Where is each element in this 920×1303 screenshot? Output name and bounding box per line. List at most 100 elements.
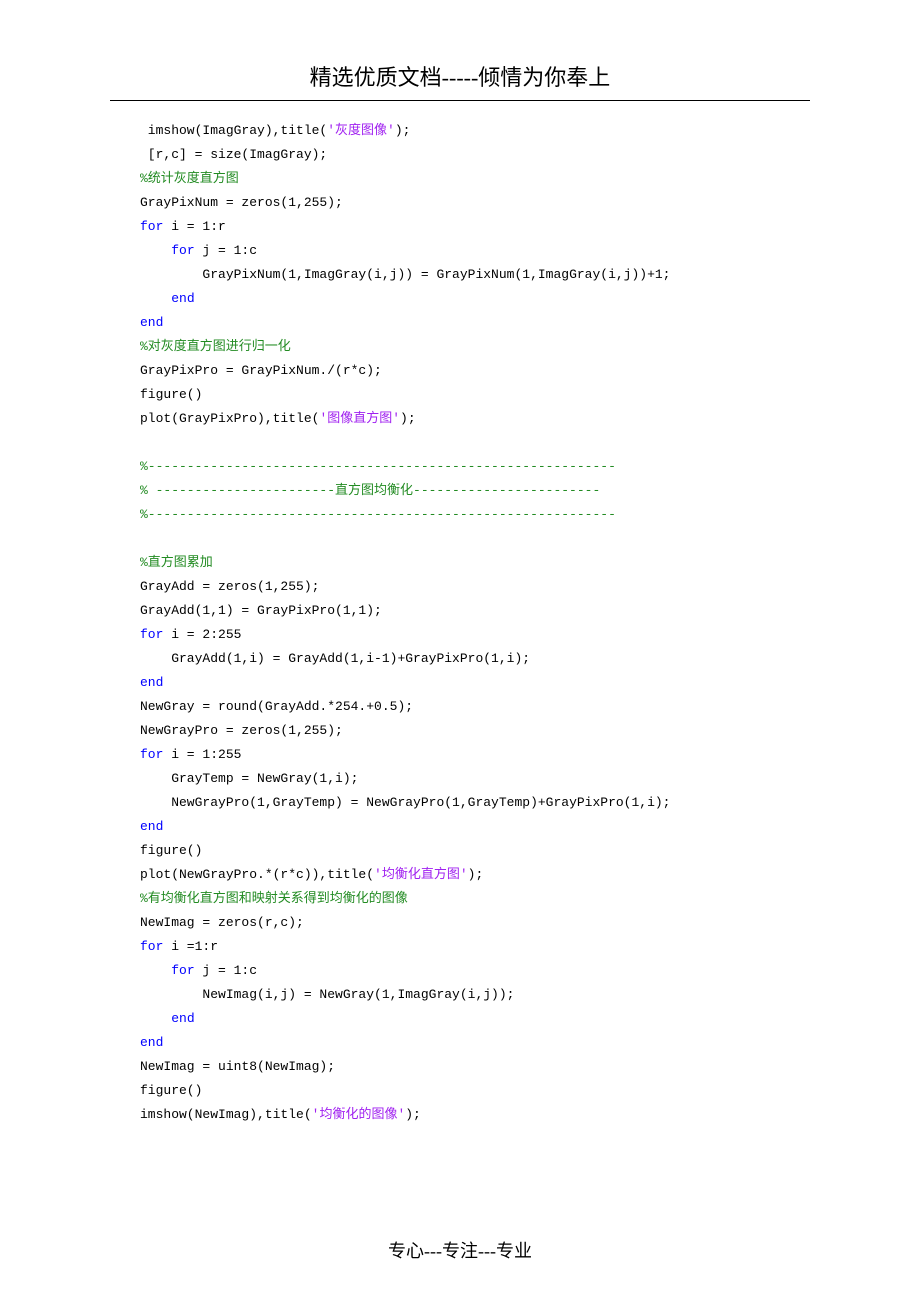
code-segment: for [171,243,194,258]
code-line: end [140,671,780,695]
code-segment: end [140,315,163,330]
code-line: [r,c] = size(ImagGray); [140,143,780,167]
code-line: GrayAdd(1,i) = GrayAdd(1,i-1)+GrayPixPro… [140,647,780,671]
code-line: %直方图累加 [140,551,780,575]
code-segment: figure() [140,387,202,402]
code-line: for i =1:r [140,935,780,959]
code-line: GrayTemp = NewGray(1,i); [140,767,780,791]
code-segment: ); [468,867,484,882]
code-line: end [140,311,780,335]
code-segment: GrayPixNum = zeros(1,255); [140,195,343,210]
code-segment: %直方图累加 [140,555,213,570]
code-segment: end [171,1011,194,1026]
code-segment: ); [395,123,411,138]
code-line: %---------------------------------------… [140,455,780,479]
code-line: GrayPixNum = zeros(1,255); [140,191,780,215]
code-line: for i = 1:r [140,215,780,239]
code-block: imshow(ImagGray),title('灰度图像'); [r,c] = … [140,119,780,1127]
code-segment [140,291,171,306]
code-line: %统计灰度直方图 [140,167,780,191]
code-segment: j = 1:c [195,243,257,258]
code-line: NewGray = round(GrayAdd.*254.+0.5); [140,695,780,719]
code-line: end [140,1031,780,1055]
page-footer: 专心---专注---专业 [0,1237,920,1263]
code-line: figure() [140,839,780,863]
code-segment: GrayAdd(1,1) = GrayPixPro(1,1); [140,603,382,618]
code-line: %---------------------------------------… [140,503,780,527]
code-line: for i = 1:255 [140,743,780,767]
code-segment: GrayAdd(1,i) = GrayAdd(1,i-1)+GrayPixPro… [140,651,530,666]
code-segment: [r,c] = size(ImagGray); [140,147,327,162]
code-segment: j = 1:c [195,963,257,978]
code-line: GrayAdd(1,1) = GrayPixPro(1,1); [140,599,780,623]
code-segment [140,1011,171,1026]
code-line: GrayPixPro = GrayPixNum./(r*c); [140,359,780,383]
code-segment: GrayPixPro = GrayPixNum./(r*c); [140,363,382,378]
code-segment: %---------------------------------------… [140,507,616,522]
code-segment: plot(GrayPixPro),title( [140,411,319,426]
code-line: end [140,287,780,311]
code-segment: NewGrayPro = zeros(1,255); [140,723,343,738]
code-segment: % -----------------------直方图均衡化---------… [140,483,600,498]
code-segment: figure() [140,1083,202,1098]
code-segment [140,435,148,450]
code-segment: GrayAdd = zeros(1,255); [140,579,319,594]
code-segment [140,963,171,978]
code-segment: i =1:r [163,939,218,954]
code-line: end [140,1007,780,1031]
code-segment: figure() [140,843,202,858]
code-segment: for [140,939,163,954]
code-segment: NewImag = zeros(r,c); [140,915,304,930]
code-segment [140,243,171,258]
code-segment: plot(NewGrayPro.*(r*c)),title( [140,867,374,882]
code-line: end [140,815,780,839]
code-segment: GrayTemp = NewGray(1,i); [140,771,358,786]
code-segment: i = 2:255 [163,627,241,642]
code-segment: imshow(NewImag),title( [140,1107,312,1122]
code-segment: for [140,219,163,234]
code-segment: '灰度图像' [327,123,395,138]
code-line: % -----------------------直方图均衡化---------… [140,479,780,503]
code-line: figure() [140,383,780,407]
code-segment: NewGrayPro(1,GrayTemp) = NewGrayPro(1,Gr… [140,795,671,810]
code-segment [140,531,148,546]
code-segment: NewGray = round(GrayAdd.*254.+0.5); [140,699,413,714]
code-line: plot(NewGrayPro.*(r*c)),title('均衡化直方图'); [140,863,780,887]
code-segment: end [171,291,194,306]
code-segment: for [140,747,163,762]
code-line: %有均衡化直方图和映射关系得到均衡化的图像 [140,887,780,911]
code-segment: NewImag = uint8(NewImag); [140,1059,335,1074]
code-segment: %有均衡化直方图和映射关系得到均衡化的图像 [140,891,408,906]
code-segment: %对灰度直方图进行归一化 [140,339,291,354]
code-line: figure() [140,1079,780,1103]
code-segment: '均衡化的图像' [312,1107,406,1122]
code-segment: NewImag(i,j) = NewGray(1,ImagGray(i,j)); [140,987,514,1002]
code-segment: '图像直方图' [319,411,400,426]
code-line: GrayPixNum(1,ImagGray(i,j)) = GrayPixNum… [140,263,780,287]
code-segment: '均衡化直方图' [374,867,468,882]
code-segment: i = 1:255 [163,747,241,762]
code-line: %对灰度直方图进行归一化 [140,335,780,359]
code-segment: end [140,1035,163,1050]
code-line: imshow(ImagGray),title('灰度图像'); [140,119,780,143]
code-line: NewGrayPro = zeros(1,255); [140,719,780,743]
code-line: for j = 1:c [140,239,780,263]
code-line [140,431,780,455]
code-segment: %---------------------------------------… [140,459,616,474]
code-segment: ); [400,411,416,426]
code-line: imshow(NewImag),title('均衡化的图像'); [140,1103,780,1127]
code-segment: ); [405,1107,421,1122]
code-line: for i = 2:255 [140,623,780,647]
code-line [140,527,780,551]
code-segment: imshow(ImagGray),title( [140,123,327,138]
document-page: 精选优质文档-----倾情为你奉上 imshow(ImagGray),title… [0,0,920,1303]
code-segment: for [171,963,194,978]
code-segment: GrayPixNum(1,ImagGray(i,j)) = GrayPixNum… [140,267,671,282]
code-line: plot(GrayPixPro),title('图像直方图'); [140,407,780,431]
page-header: 精选优质文档-----倾情为你奉上 [110,60,810,101]
code-line: NewImag = zeros(r,c); [140,911,780,935]
code-segment: end [140,675,163,690]
code-segment: end [140,819,163,834]
code-segment: i = 1:r [163,219,225,234]
code-line: NewGrayPro(1,GrayTemp) = NewGrayPro(1,Gr… [140,791,780,815]
